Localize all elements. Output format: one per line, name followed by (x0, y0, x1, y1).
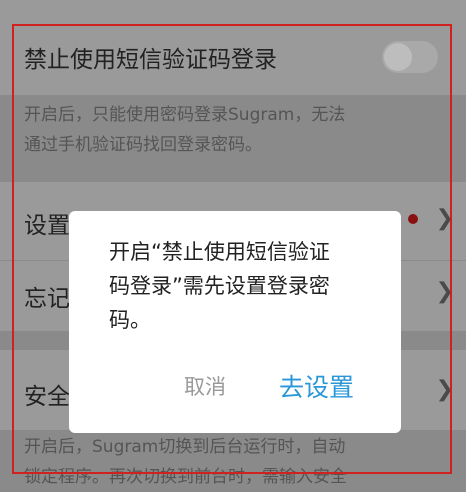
chevron-right-icon: ❯ (435, 377, 454, 402)
disable-sms-toggle[interactable] (382, 41, 438, 73)
security-desc-line-2: 锁定程序。再次切换到前台时，需输入安全 (24, 467, 347, 487)
confirm-dialog: 开启“禁止使用短信验证码登录”需先设置登录密码。 取消 去设置 (69, 211, 401, 433)
disable-sms-desc-line-2: 通过手机验证码找回登录密码。 (24, 135, 262, 155)
dialog-message: 开启“禁止使用短信验证码登录”需先设置登录密码。 (109, 240, 330, 332)
disable-sms-desc-line-1: 开启后，只能使用密码登录Sugram，无法 (24, 105, 346, 125)
security-lock-description: 开启后，Sugram切换到后台运行时，自动 锁定程序。再次切换到前台时，需输入安… (24, 432, 444, 492)
notification-dot (408, 214, 418, 224)
forgot-password-label: 忘记 (24, 286, 70, 312)
set-password-label: 设置 (24, 213, 70, 239)
go-settings-button[interactable]: 去设置 (279, 368, 354, 404)
cancel-button[interactable]: 取消 (184, 371, 226, 401)
disable-sms-description: 开启后，只能使用密码登录Sugram，无法 通过手机验证码找回登录密码。 (24, 100, 444, 160)
security-lock-label: 安全 (24, 384, 70, 410)
security-desc-line-1: 开启后，Sugram切换到后台运行时，自动 (24, 437, 346, 457)
disable-sms-label: 禁止使用短信验证码登录 (24, 47, 277, 73)
toggle-knob (384, 43, 412, 71)
settings-screen: 禁止使用短信验证码登录 开启后，只能使用密码登录Sugram，无法 通过手机验证… (0, 0, 466, 489)
disable-sms-row[interactable]: 禁止使用短信验证码登录 (0, 0, 466, 95)
chevron-right-icon: ❯ (435, 206, 454, 231)
chevron-right-icon: ❯ (435, 279, 454, 304)
